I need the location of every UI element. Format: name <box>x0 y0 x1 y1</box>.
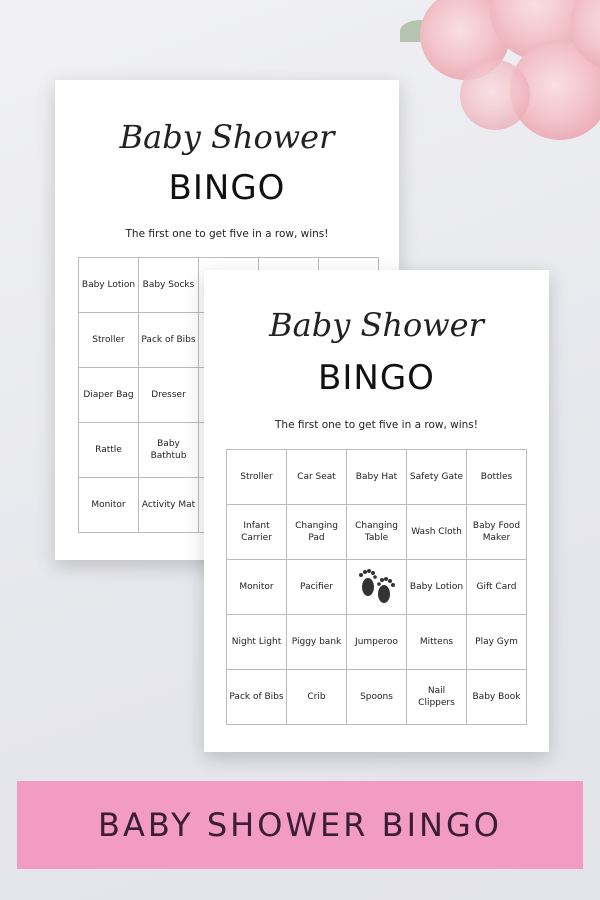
bingo-cell: Crib <box>287 670 347 725</box>
bingo-cell: Rattle <box>79 423 139 478</box>
bingo-cell: Wash Cloth <box>407 505 467 560</box>
bingo-cell: Monitor <box>227 560 287 615</box>
bingo-cell: Baby Lotion <box>407 560 467 615</box>
front-bingo-card: Baby Shower BINGO The first one to get f… <box>204 270 549 752</box>
bingo-cell: Nail Clippers <box>407 670 467 725</box>
bingo-cell: Changing Pad <box>287 505 347 560</box>
script-title: Baby Shower <box>119 118 335 156</box>
bingo-cell: Monitor <box>79 478 139 533</box>
bingo-cell: Bottles <box>467 450 527 505</box>
bingo-cell: Baby Lotion <box>79 258 139 313</box>
bingo-cell: Mittens <box>407 615 467 670</box>
script-title: Baby Shower <box>269 306 484 344</box>
bingo-title: BINGO <box>318 358 435 398</box>
title-banner: BABY SHOWER BINGO <box>17 781 583 869</box>
bingo-cell: Pack of Bibs <box>139 313 199 368</box>
rule-text: The first one to get five in a row, wins… <box>275 419 478 431</box>
bingo-cell: Activity Mat <box>139 478 199 533</box>
bingo-cell: Gift Card <box>467 560 527 615</box>
bingo-cell: Pacifier <box>287 560 347 615</box>
bingo-title: BINGO <box>168 168 286 208</box>
bingo-cell: Piggy bank <box>287 615 347 670</box>
bingo-cell: Baby Food Maker <box>467 505 527 560</box>
bingo-cell: Baby Hat <box>347 450 407 505</box>
bingo-cell: Dresser <box>139 368 199 423</box>
bingo-cell: Play Gym <box>467 615 527 670</box>
rule-text: The first one to get five in a row, wins… <box>125 228 329 240</box>
baby-footprints-icon <box>358 569 395 603</box>
bingo-cell: Diaper Bag <box>79 368 139 423</box>
bingo-grid: Stroller Car Seat Baby Hat Safety Gate Bottl… <box>226 449 527 725</box>
bingo-cell: Jumperoo <box>347 615 407 670</box>
bingo-cell: Baby Book <box>467 670 527 725</box>
bingo-cell <box>347 560 407 615</box>
bingo-cell: Safety Gate <box>407 450 467 505</box>
bingo-cell: Baby Bathtub <box>139 423 199 478</box>
bingo-cell: Changing Table <box>347 505 407 560</box>
bingo-cell: Stroller <box>227 450 287 505</box>
bingo-cell: Stroller <box>79 313 139 368</box>
banner-title: BABY SHOWER BINGO <box>98 806 502 844</box>
bingo-cell: Pack of Bibs <box>227 670 287 725</box>
bingo-cell: Night Light <box>227 615 287 670</box>
bingo-cell: Car Seat <box>287 450 347 505</box>
bingo-cell: Spoons <box>347 670 407 725</box>
bingo-cell: Infant Carrier <box>227 505 287 560</box>
bingo-cell: Baby Socks <box>139 258 199 313</box>
